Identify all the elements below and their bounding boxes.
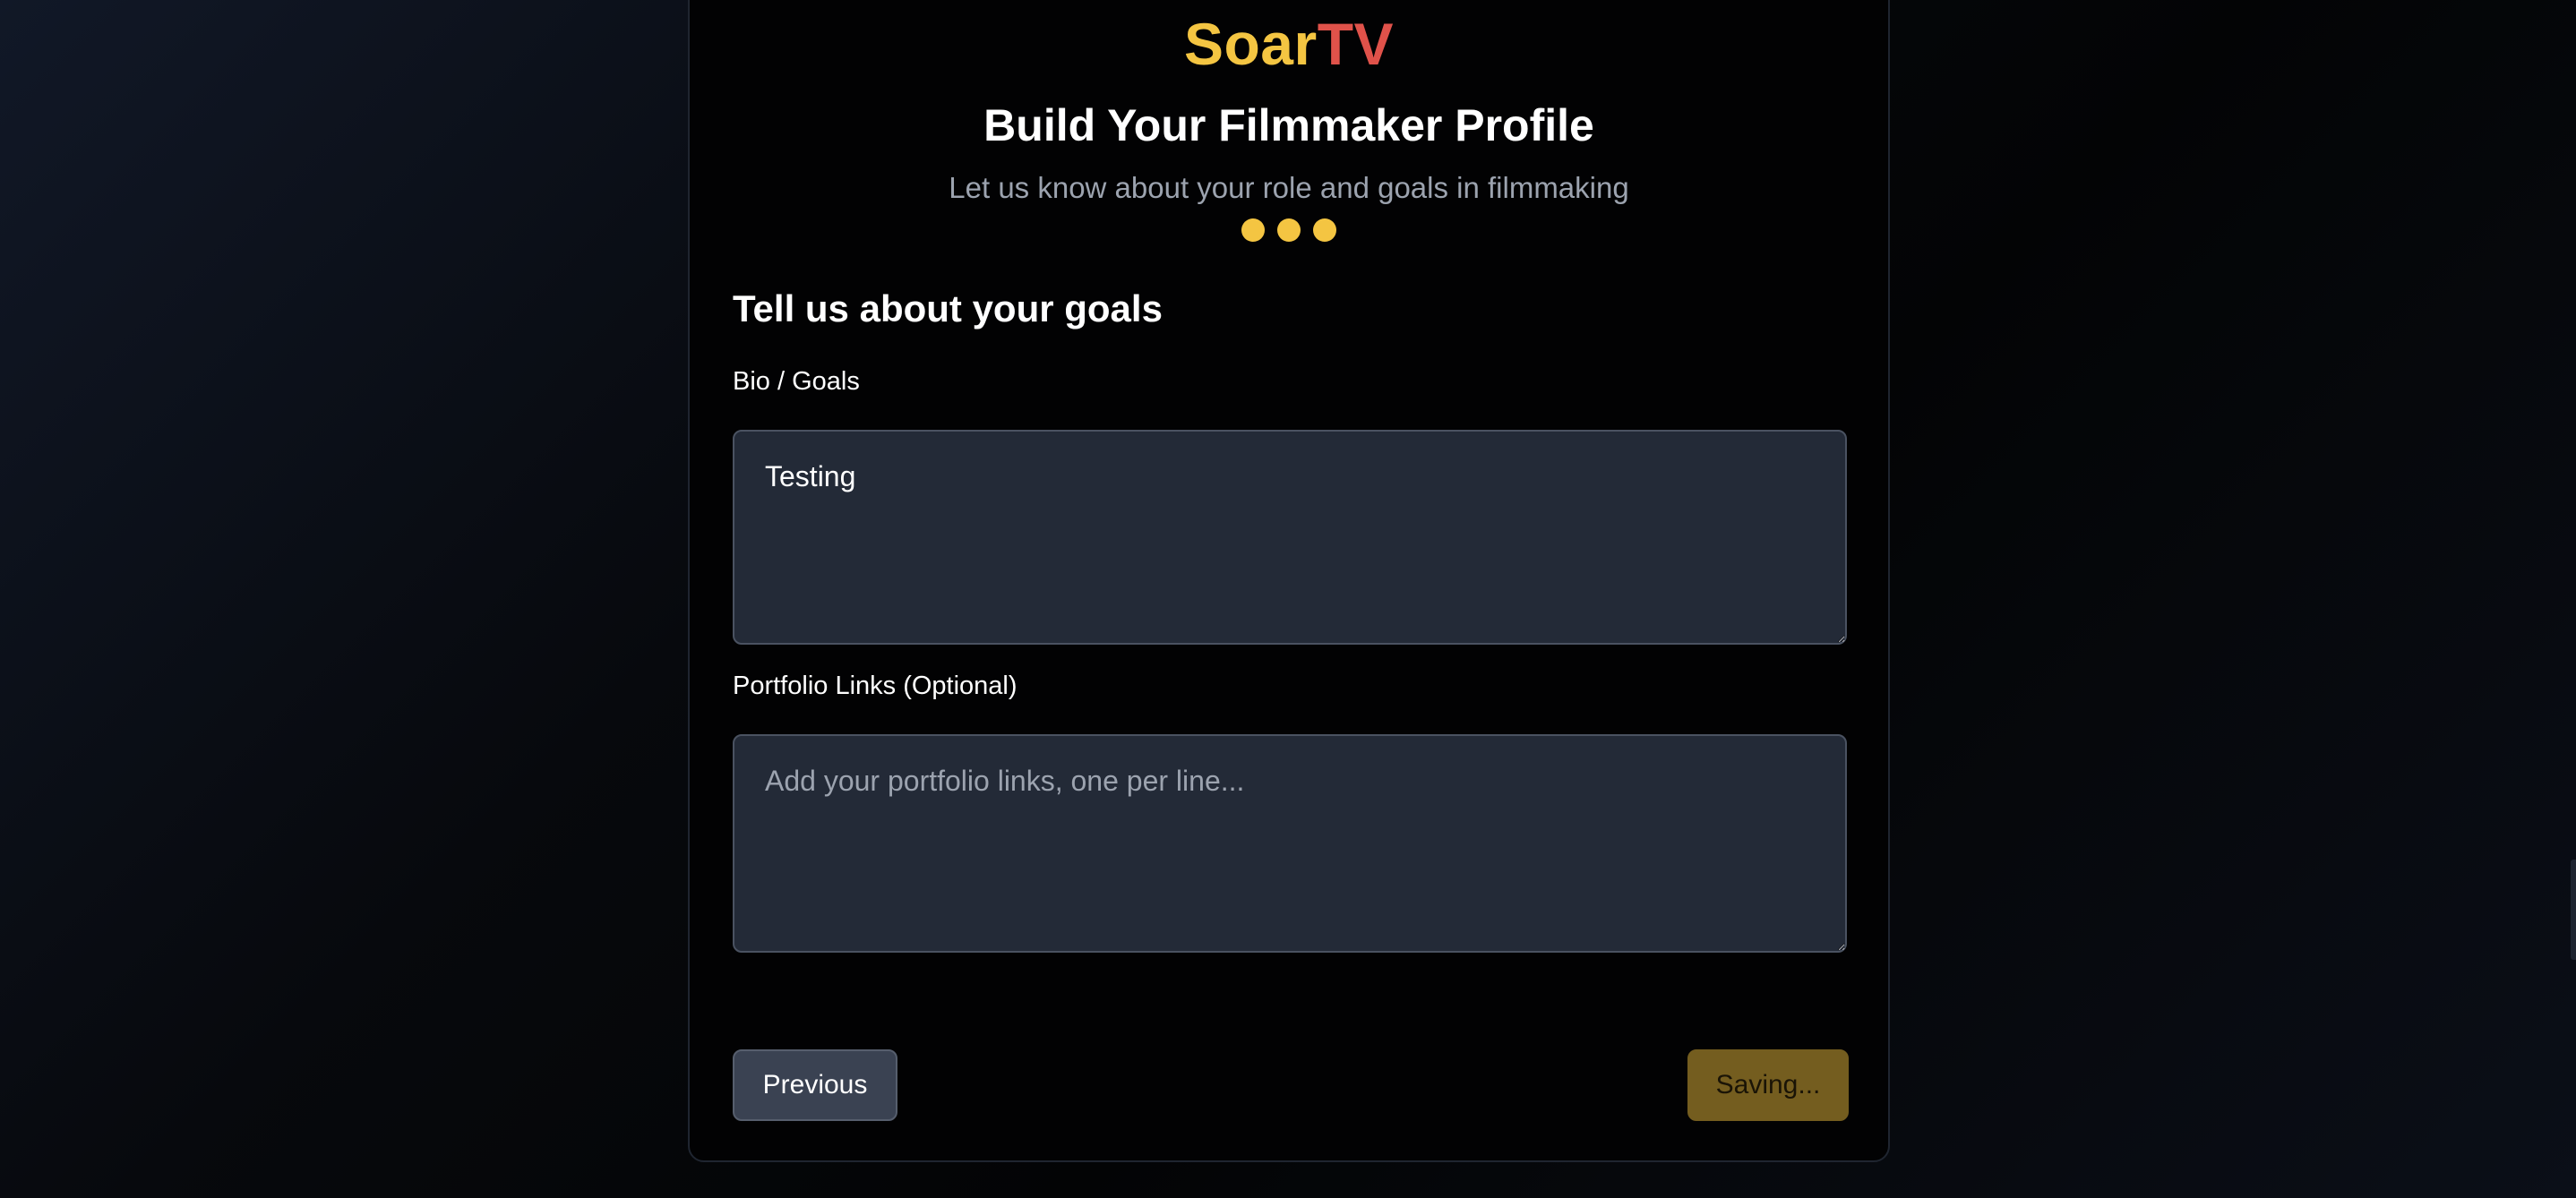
- saving-button[interactable]: Saving...: [1687, 1049, 1849, 1121]
- step-dot-1: [1241, 218, 1265, 242]
- page-title: Build Your Filmmaker Profile: [983, 100, 1594, 150]
- bio-goals-label: Bio / Goals: [733, 367, 860, 396]
- bio-goals-textarea[interactable]: Testing: [733, 430, 1847, 645]
- brand-logo-soar: Soar: [1183, 11, 1318, 77]
- previous-button[interactable]: Previous: [733, 1049, 897, 1121]
- brand-logo-tv: TV: [1317, 11, 1395, 77]
- scrollbar[interactable]: [2571, 860, 2576, 960]
- step-indicator: [690, 218, 1888, 242]
- portfolio-links-textarea[interactable]: [733, 734, 1847, 953]
- portfolio-links-label: Portfolio Links (Optional): [733, 672, 1018, 700]
- page-subtitle: Let us know about your role and goals in…: [949, 171, 1629, 204]
- step-dot-2: [1277, 218, 1301, 242]
- section-heading: Tell us about your goals: [733, 287, 1163, 329]
- onboarding-card: SoarTV Build Your Filmmaker Profile Let …: [688, 0, 1890, 1162]
- brand-logo: SoarTV: [690, 11, 1888, 77]
- step-dot-3: [1313, 218, 1336, 242]
